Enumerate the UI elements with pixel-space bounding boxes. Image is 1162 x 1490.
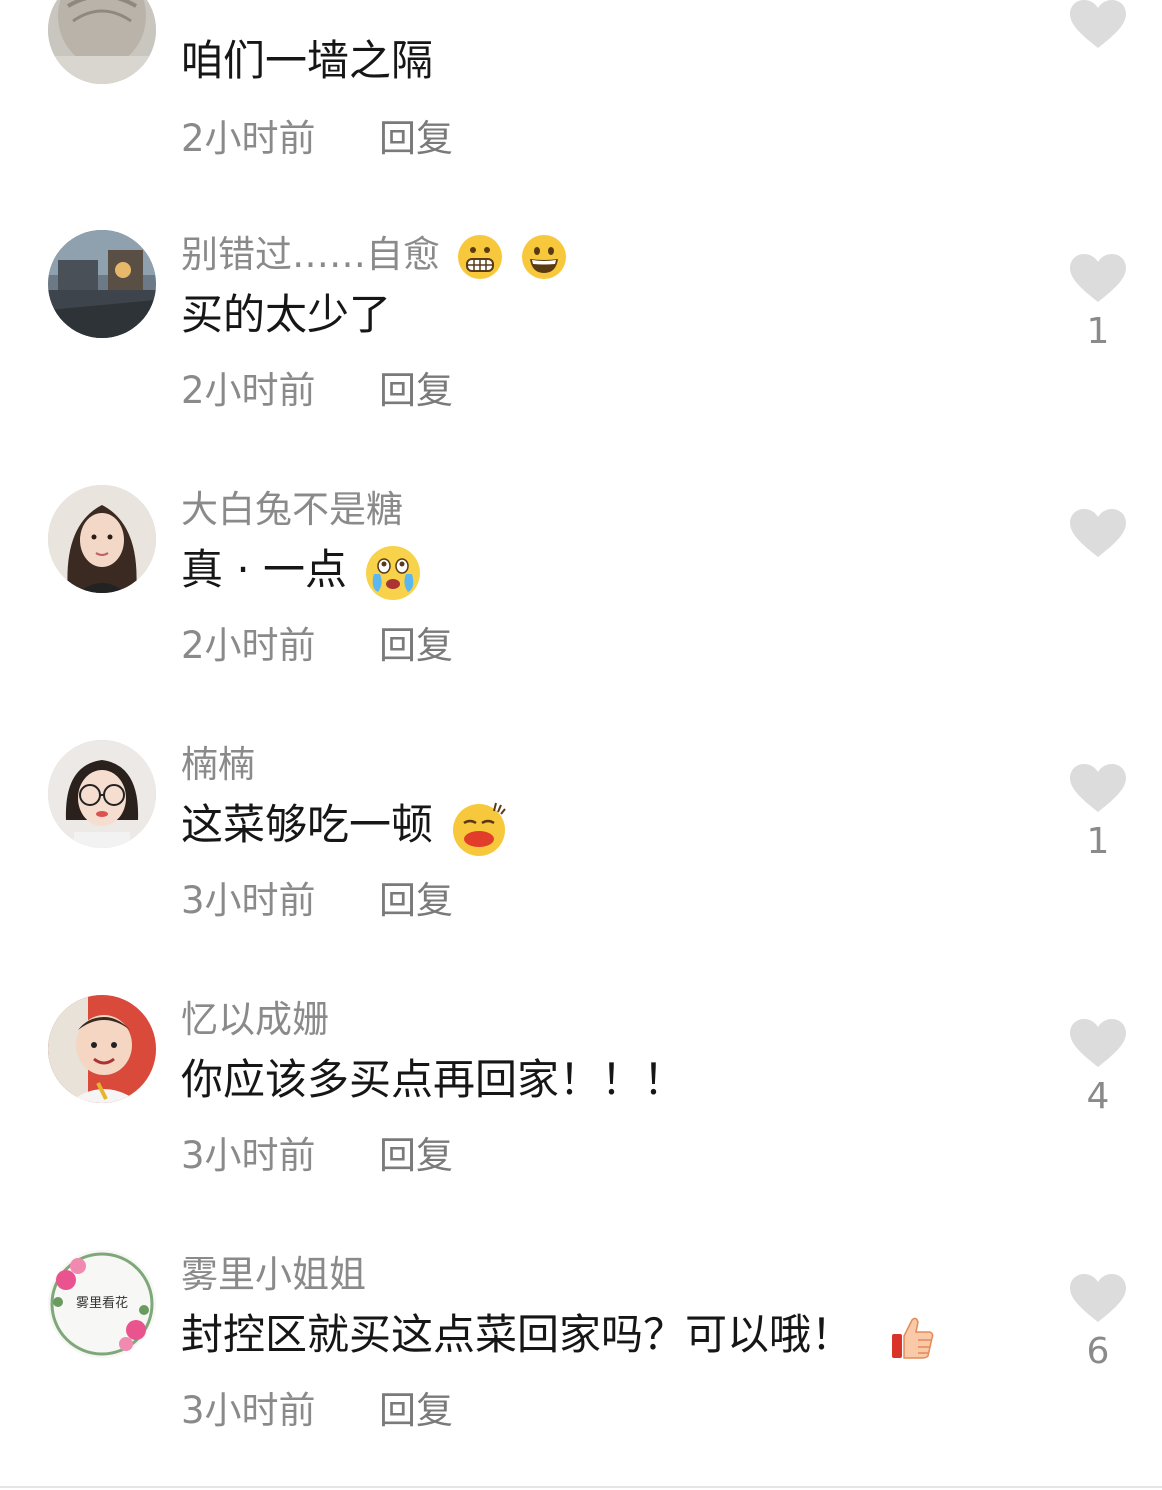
avatar-logo-text: 雾里看花 [76, 1295, 128, 1311]
crying-face-icon [364, 544, 422, 602]
username-text: 别错过……自愈 [181, 233, 440, 276]
reply-button[interactable]: 回复 [379, 368, 453, 414]
comment-text-body: 这菜够吃一顿 [181, 800, 434, 849]
like-button[interactable]: 1 [1070, 254, 1126, 364]
reply-button[interactable]: 回复 [379, 878, 453, 924]
comment-item: 忆以成姗 你应该多买点再回家！！！ 3小时前 回复 4 [0, 995, 1162, 1250]
comment-time: 3小时前 [181, 879, 316, 922]
heart-icon [1070, 0, 1126, 48]
comment-text: 这菜够吃一顿 [181, 798, 508, 857]
comment-meta: 2小时前 回复 [181, 623, 453, 669]
grimacing-face-icon [456, 233, 504, 281]
user-avatar[interactable]: 雾里看花 [48, 1250, 156, 1358]
user-avatar[interactable] [48, 995, 156, 1103]
comment-item: 别错过……自愈 买的太少了 2小时前 回复 1 [0, 230, 1162, 485]
like-button[interactable]: 1 [1070, 764, 1126, 874]
comment-meta: 3小时前 回复 [181, 878, 453, 924]
comment-time: 2小时前 [181, 117, 316, 160]
username[interactable]: 楠楠 [181, 742, 255, 788]
comment-text: 真 · 一点 [181, 543, 422, 602]
heart-icon [1070, 764, 1126, 812]
thumbs-up-icon [888, 1314, 936, 1362]
comment-text: 封控区就买这点菜回家吗？可以哦！ [181, 1308, 936, 1362]
comment-text-body: 真 · 一点 [181, 545, 348, 594]
comment-text-body: 封控区就买这点菜回家吗？可以哦！ [181, 1310, 854, 1359]
comment-time: 3小时前 [181, 1134, 316, 1177]
user-avatar[interactable] [48, 740, 156, 848]
like-button[interactable] [1070, 0, 1126, 110]
heart-icon [1070, 1274, 1126, 1322]
user-avatar[interactable] [48, 0, 156, 84]
comment-time: 3小时前 [181, 1389, 316, 1432]
comment-time: 2小时前 [181, 624, 316, 667]
like-count: 4 [1086, 1076, 1110, 1117]
grinning-face-icon [520, 233, 568, 281]
reply-button[interactable]: 回复 [379, 623, 453, 669]
user-avatar[interactable] [48, 230, 156, 338]
comment-meta: 3小时前 回复 [181, 1133, 453, 1179]
comment-item: 大白兔不是糖 真 · 一点 2小时前 回复 [0, 485, 1162, 740]
avatar-image [48, 230, 156, 338]
comment-text: 咱们一墙之隔 [181, 36, 434, 85]
like-button[interactable]: 6 [1070, 1274, 1126, 1384]
reply-button[interactable]: 回复 [379, 116, 453, 162]
username[interactable]: 雾里小姐姐 [181, 1252, 366, 1298]
comment-item: 楠楠 这菜够吃一顿 3小时前 回复 1 [0, 740, 1162, 995]
like-count: 1 [1086, 311, 1110, 352]
username[interactable]: 大白兔不是糖 [181, 487, 403, 533]
username[interactable]: 别错过……自愈 [181, 232, 568, 281]
comment-item: 雾里看花 雾里小姐姐 封控区就买这点菜回家吗？可以哦！ 3小时前 回复 6 [0, 1250, 1162, 1490]
comment-time: 2小时前 [181, 369, 316, 412]
heart-icon [1070, 509, 1126, 557]
heart-icon [1070, 254, 1126, 302]
avatar-image [48, 995, 156, 1103]
user-avatar[interactable] [48, 485, 156, 593]
like-button[interactable] [1070, 509, 1126, 619]
reply-button[interactable]: 回复 [379, 1388, 453, 1434]
heart-icon [1070, 1019, 1126, 1067]
reply-button[interactable]: 回复 [379, 1133, 453, 1179]
username[interactable]: 忆以成姗 [181, 997, 329, 1043]
comment-text: 买的太少了 [181, 290, 392, 339]
like-count: 1 [1086, 821, 1110, 862]
avatar-image [48, 0, 156, 84]
comment-meta: 2小时前 回复 [181, 116, 453, 162]
like-count: 6 [1086, 1331, 1110, 1372]
kissing-face-icon [450, 799, 508, 857]
divider [0, 1486, 1162, 1488]
comment-meta: 3小时前 回复 [181, 1388, 453, 1434]
comment-text: 你应该多买点再回家！！！ [181, 1055, 686, 1104]
avatar-image: 雾里看花 [48, 1250, 156, 1358]
avatar-image [48, 740, 156, 848]
like-button[interactable]: 4 [1070, 1019, 1126, 1129]
avatar-image [48, 485, 156, 593]
comment-meta: 2小时前 回复 [181, 368, 453, 414]
